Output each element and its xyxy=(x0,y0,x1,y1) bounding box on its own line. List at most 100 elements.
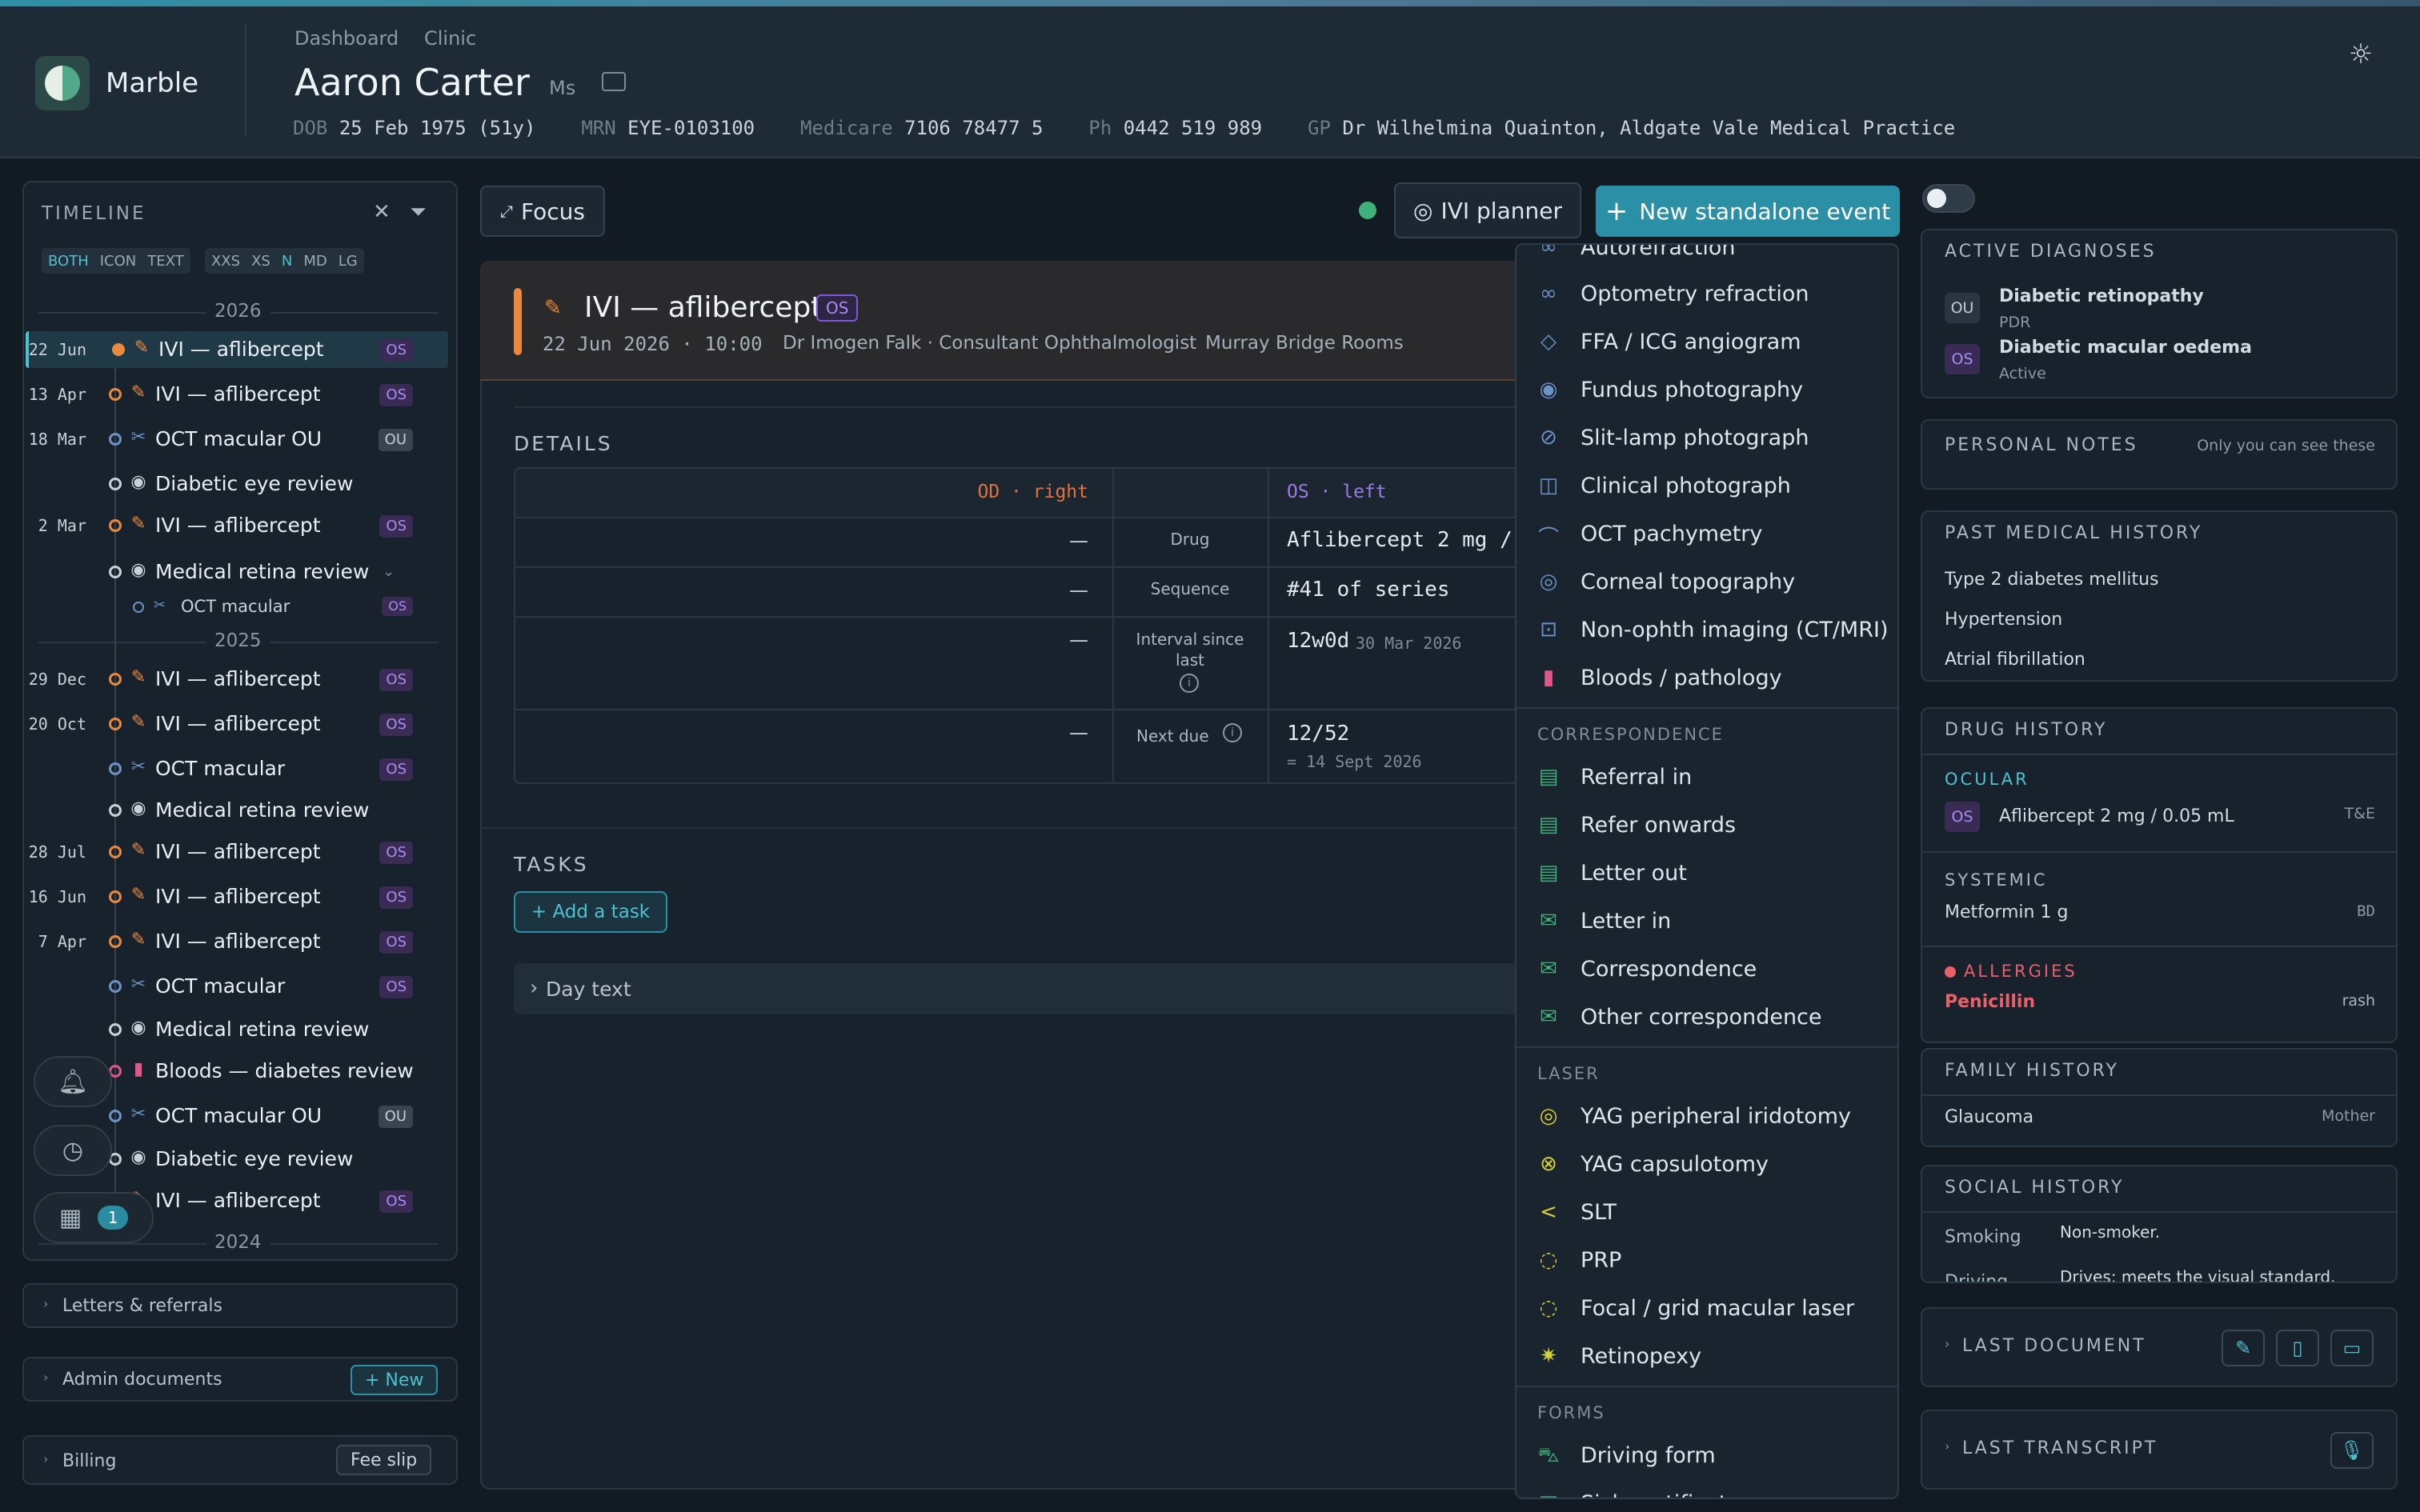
patient-title: Ms xyxy=(549,77,576,99)
size-lg[interactable]: LG xyxy=(339,253,358,270)
menu-item-optometry-refraction[interactable]: ∞ Optometry refraction xyxy=(1517,270,1897,318)
collapse-icon[interactable]: ✕ xyxy=(373,200,391,224)
menu-item-non-ophth-imaging[interactable]: ⊡ Non-ophth imaging (CT/MRI) xyxy=(1517,606,1897,654)
notifications-bell-icon[interactable]: 🔔︎ xyxy=(34,1056,112,1107)
edit-pencil-icon[interactable]: ✎ xyxy=(2222,1330,2265,1366)
menu-item-ffa-icg[interactable]: ◇ FFA / ICG angiogram xyxy=(1517,318,1897,366)
view-toggle[interactable] xyxy=(1922,184,1975,213)
mode-icon[interactable]: ICON xyxy=(100,253,137,270)
theme-sun-icon[interactable]: ☼ xyxy=(2345,38,2377,70)
timeline-row[interactable]: 13 Apr ✎ IVI — aflibercept OS xyxy=(26,376,448,413)
menu-item-corneal-topography[interactable]: ◎ Corneal topography xyxy=(1517,558,1897,606)
mode-both[interactable]: BOTH xyxy=(48,253,89,270)
timeline-subrow[interactable]: ✂ OCT macular OS xyxy=(26,590,448,624)
menu-item-driving-form[interactable]: ⛍ Driving form xyxy=(1517,1432,1897,1480)
timeline-row[interactable]: ◉ Medical retina review xyxy=(26,1011,448,1048)
menu-item-sick-certificate[interactable]: ▤ Sick certificate xyxy=(1517,1480,1897,1498)
info-icon[interactable]: i xyxy=(1223,723,1242,742)
menu-item-autorefraction[interactable]: ∞ Autorefraction xyxy=(1517,245,1897,272)
menu-item-letter-out[interactable]: ▤ Letter out xyxy=(1517,850,1897,898)
glasses-icon: ∞ xyxy=(1540,282,1557,306)
marble-logo[interactable] xyxy=(35,56,90,110)
add-task-button[interactable]: + Add a task xyxy=(514,891,667,933)
chevron-down-icon[interactable]: ⌄ xyxy=(383,563,395,580)
target-icon: ◎ xyxy=(1539,1104,1558,1128)
size-md[interactable]: MD xyxy=(303,253,327,270)
menu-item-slt[interactable]: < SLT xyxy=(1517,1189,1897,1237)
history-clock-icon[interactable]: ◷ xyxy=(34,1125,112,1176)
timeline-row[interactable]: ◉ Medical retina review xyxy=(26,792,448,829)
filter-icon[interactable]: ⏷ xyxy=(410,200,427,225)
dob-value: 25 Feb 1975 (51y) xyxy=(339,117,536,139)
calendar-button[interactable]: ▦ 1 xyxy=(34,1192,154,1243)
diagnosis-name[interactable]: Diabetic retinopathy xyxy=(1999,286,2204,306)
present-screen-icon[interactable]: ▭ xyxy=(2330,1330,2374,1366)
timeline-row[interactable]: 22 Jun ✎ IVI — aflibercept OS xyxy=(26,331,448,368)
last-document-card[interactable]: › LAST DOCUMENT ✎ ▯ ▭ xyxy=(1921,1307,2398,1387)
fee-slip-button[interactable]: Fee slip xyxy=(336,1445,432,1475)
eye-badge: OS xyxy=(379,758,413,781)
last-transcript-card[interactable]: › LAST TRANSCRIPT 🎙︎ xyxy=(1921,1410,2398,1490)
timeline-row[interactable]: ✂ OCT macular OS xyxy=(26,750,448,787)
menu-item-clinical-photograph[interactable]: ◫ Clinical photograph xyxy=(1517,462,1897,510)
timeline-row[interactable]: 28 Jul ✎ IVI — aflibercept OS xyxy=(26,834,448,870)
ivi-planner-button[interactable]: ◎ IVI planner xyxy=(1394,182,1581,238)
menu-item-focal-grid-laser[interactable]: ◌ Focal / grid macular laser xyxy=(1517,1285,1897,1333)
timeline-row[interactable]: ✂ OCT macular OS xyxy=(26,968,448,1005)
mode-text[interactable]: TEXT xyxy=(147,253,183,270)
timeline-row[interactable]: 7 Apr ✎ IVI — aflibercept OS xyxy=(26,923,448,960)
size-xxs[interactable]: XXS xyxy=(211,253,240,270)
new-admin-document-button[interactable]: + New xyxy=(351,1365,439,1395)
menu-item-retinopexy[interactable]: ✷ Retinopexy xyxy=(1517,1333,1897,1381)
day-text-section[interactable]: › Day text xyxy=(514,963,1586,1014)
timeline-row[interactable]: 18 Mar ✂ OCT macular OU OU xyxy=(26,421,448,458)
calendar-count: 1 xyxy=(98,1206,129,1230)
menu-item-referral-in[interactable]: ▤ Referral in xyxy=(1517,754,1897,802)
menu-item-letter-in[interactable]: ✉ Letter in xyxy=(1517,898,1897,946)
menu-item-fundus-photography[interactable]: ◉ Fundus photography xyxy=(1517,366,1897,414)
syringe-icon: ✎ xyxy=(130,885,146,905)
timeline-row[interactable]: 16 Jun ✎ IVI — aflibercept OS xyxy=(26,878,448,915)
menu-header-correspondence: CORRESPONDENCE xyxy=(1537,725,1724,744)
upload-phone-icon[interactable]: ▯ xyxy=(2276,1330,2319,1366)
chevron-right-icon: › xyxy=(43,1451,49,1466)
menu-item-other-correspondence[interactable]: ✉ Other correspondence xyxy=(1517,994,1897,1042)
timeline-row[interactable]: 29 Dec ✎ IVI — aflibercept OS xyxy=(26,661,448,698)
event-panel xyxy=(480,261,1601,1490)
eye-badge: OS xyxy=(379,976,413,998)
timeline-row[interactable]: ◉ Diabetic eye review xyxy=(26,466,448,502)
syringe-icon: ✎ xyxy=(130,930,146,950)
new-standalone-event-button[interactable]: + New standalone event xyxy=(1596,186,1900,237)
id-card-icon[interactable] xyxy=(602,72,626,91)
angle-icon: < xyxy=(1540,1200,1557,1224)
size-n[interactable]: N xyxy=(282,253,292,270)
personal-notes-card[interactable]: PERSONAL NOTES Only you can see these xyxy=(1921,419,2398,490)
menu-item-yag-pi[interactable]: ◎ YAG peripheral iridotomy xyxy=(1517,1093,1897,1141)
admin-documents-section[interactable]: › Admin documents + New xyxy=(22,1357,458,1402)
diagnosis-name[interactable]: Diabetic macular oedema xyxy=(1999,338,2252,358)
divider xyxy=(245,24,246,136)
focus-button[interactable]: ⤢ Focus xyxy=(480,186,605,237)
menu-item-yag-capsulotomy[interactable]: ⊗ YAG capsulotomy xyxy=(1517,1141,1897,1189)
document-out-icon: ▤ xyxy=(1538,813,1559,837)
timeline-row[interactable]: ◉ Medical retina review ⌄ xyxy=(26,554,448,590)
letters-referrals-section[interactable]: › Letters & referrals xyxy=(22,1283,458,1328)
menu-item-prp[interactable]: ◌ PRP xyxy=(1517,1237,1897,1285)
menu-item-slit-lamp[interactable]: ⊘ Slit-lamp photograph xyxy=(1517,414,1897,462)
menu-item-oct-pachymetry[interactable]: ⌒ OCT pachymetry xyxy=(1517,510,1897,558)
menu-item-correspondence[interactable]: ✉ Correspondence xyxy=(1517,946,1897,994)
year-2026: 2026 xyxy=(214,301,262,322)
breadcrumb-dashboard[interactable]: Dashboard xyxy=(294,27,399,50)
timeline-row[interactable]: 2 Mar ✎ IVI — aflibercept OS xyxy=(26,507,448,544)
timeline-row[interactable]: 20 Oct ✎ IVI — aflibercept OS xyxy=(26,706,448,742)
systemic-heading: SYSTEMIC xyxy=(1945,870,2048,890)
breadcrumb-clinic[interactable]: Clinic xyxy=(424,27,476,50)
microphone-icon[interactable]: 🎙︎ xyxy=(2330,1432,2374,1469)
mrn-label: MRN xyxy=(581,117,616,139)
info-icon[interactable]: i xyxy=(1180,674,1199,693)
test-tube-icon: ▮ xyxy=(133,1059,144,1079)
billing-section[interactable]: › Billing Fee slip xyxy=(22,1435,458,1485)
size-xs[interactable]: XS xyxy=(251,253,270,270)
menu-item-refer-onwards[interactable]: ▤ Refer onwards xyxy=(1517,802,1897,850)
menu-item-bloods-pathology[interactable]: ▮ Bloods / pathology xyxy=(1517,654,1897,702)
